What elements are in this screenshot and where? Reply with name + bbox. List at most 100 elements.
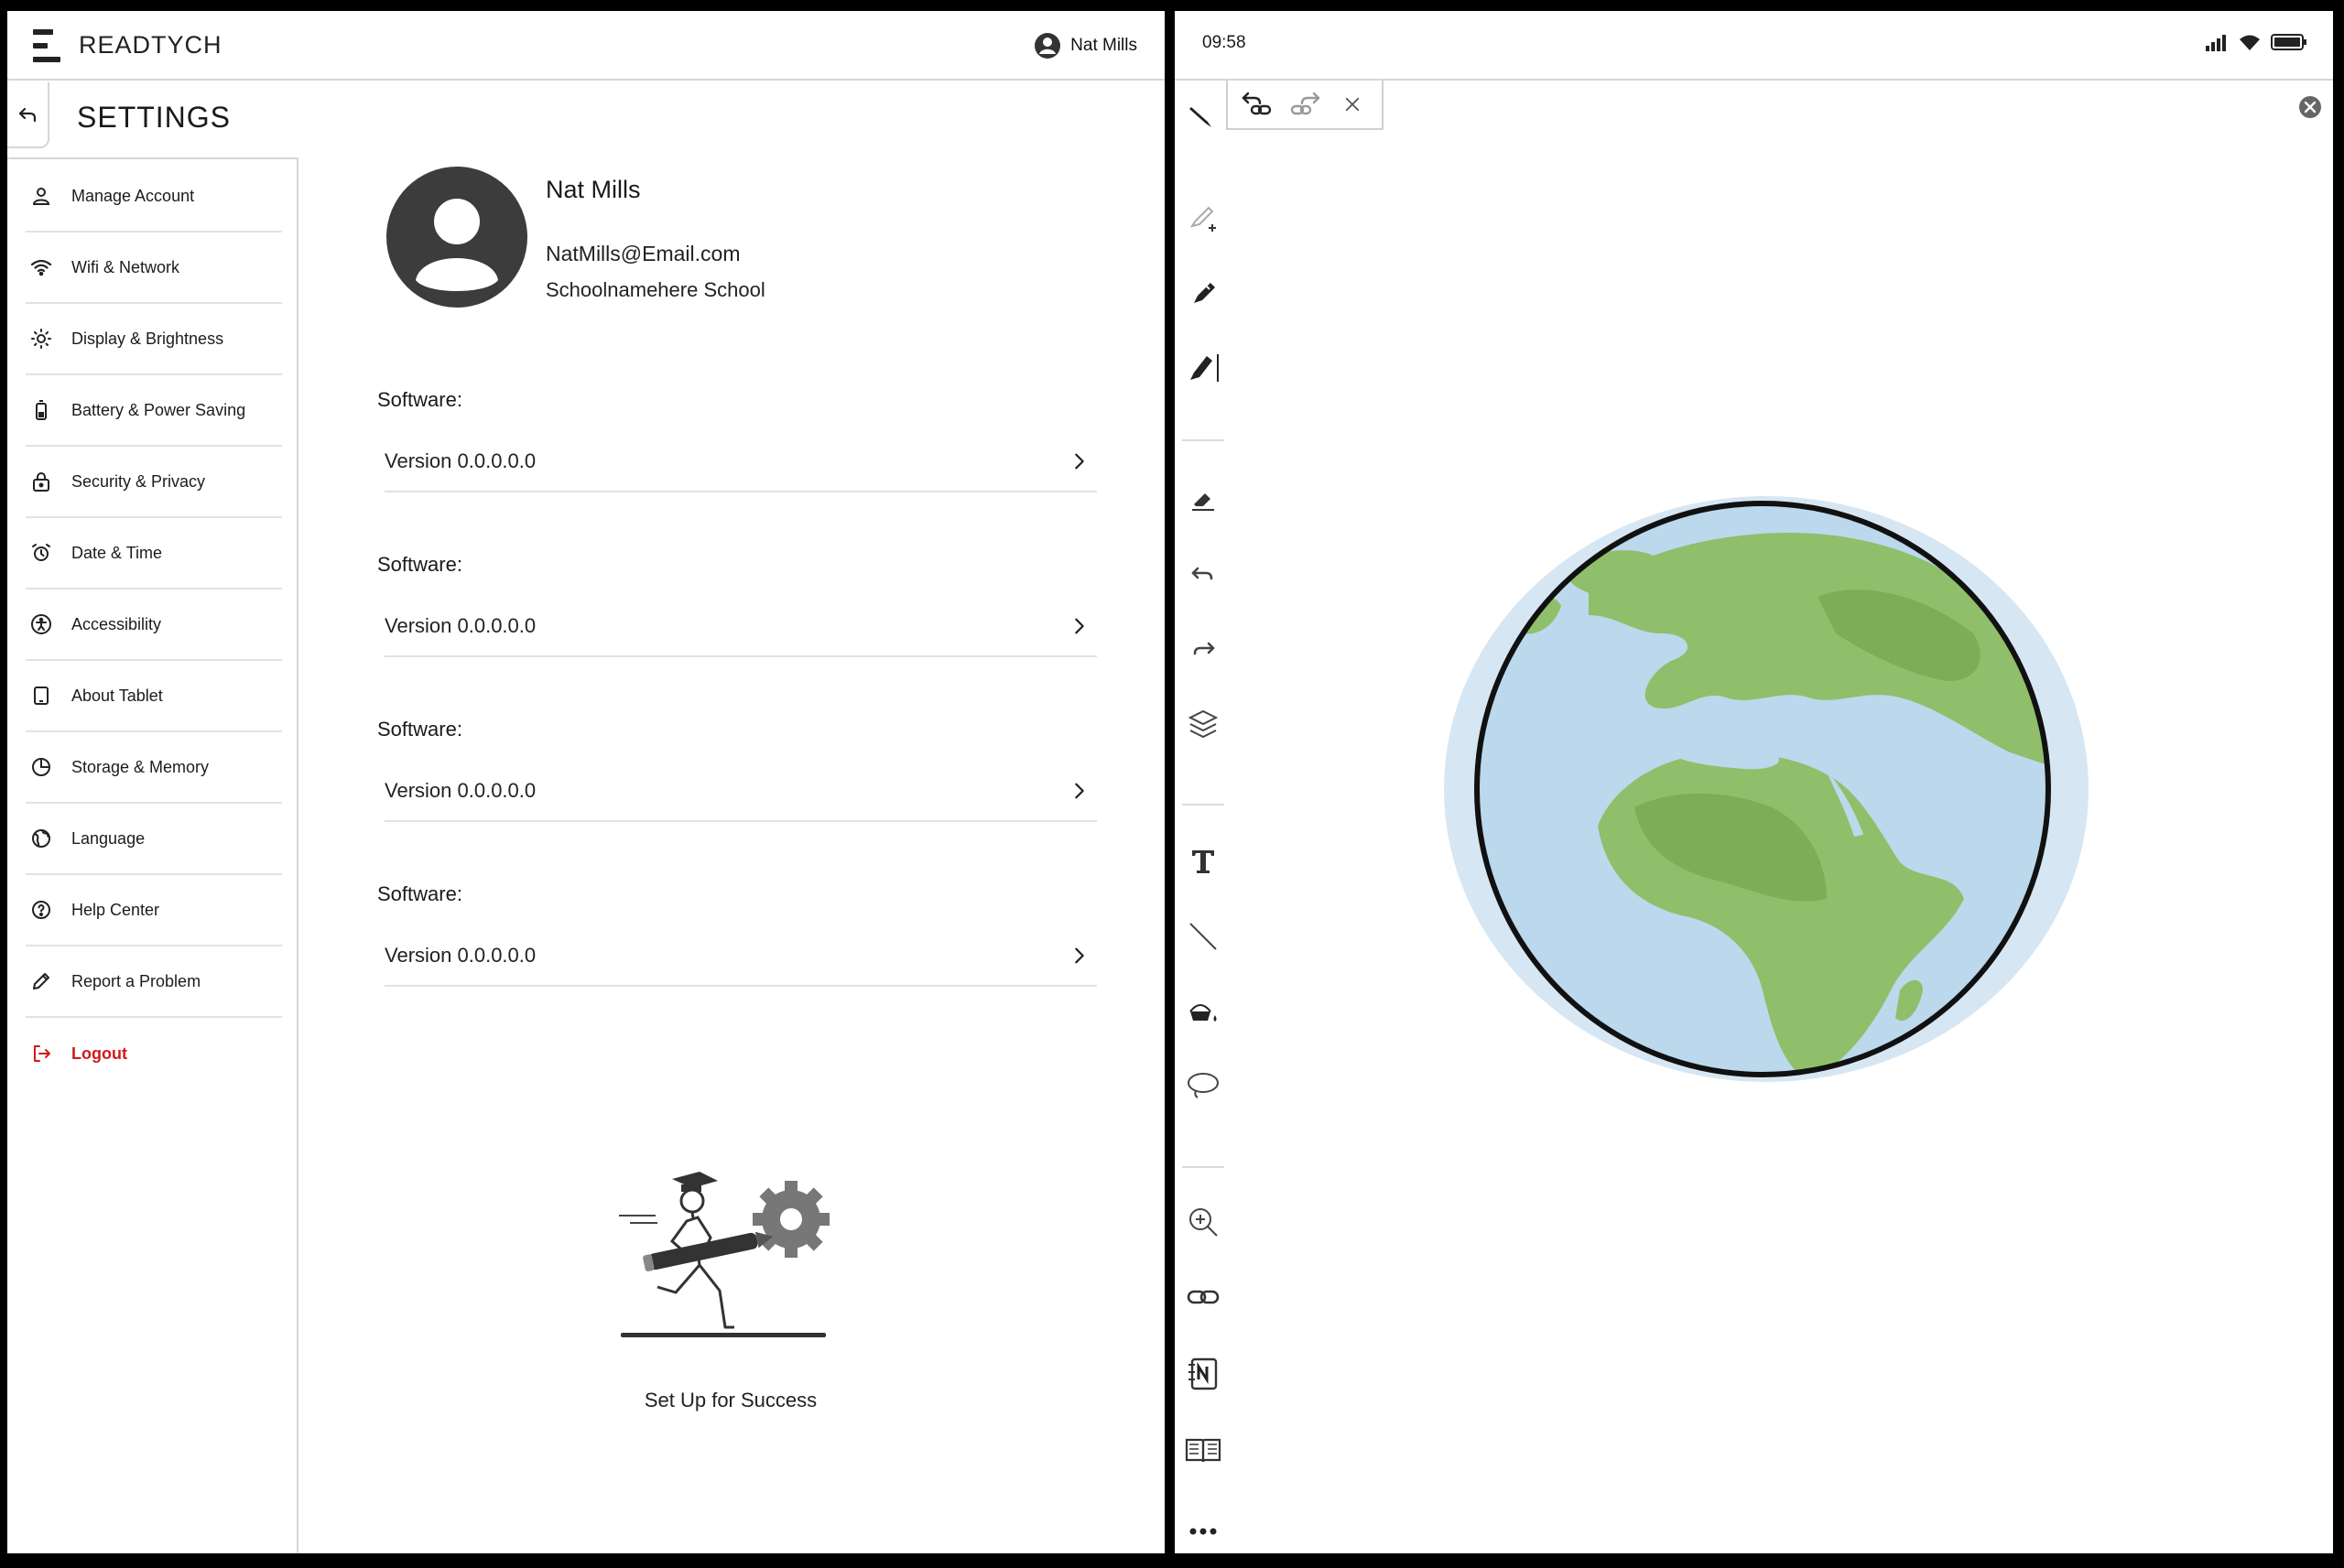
user-avatar-icon xyxy=(1035,33,1061,59)
software-label: Software: xyxy=(377,388,462,411)
eraser-tool[interactable] xyxy=(1182,478,1224,520)
undo-tool[interactable] xyxy=(1182,553,1224,595)
sidebar-item-date-time[interactable]: Date & Time xyxy=(26,518,282,589)
sidebar-item-label: Storage & Memory xyxy=(71,757,210,776)
sidebar-item-accessibility[interactable]: Accessibility xyxy=(26,589,282,661)
help-icon xyxy=(29,898,53,922)
settings-panel: READTYCH Nat Mills SETTINGS Manage Accou… xyxy=(7,11,1165,1553)
sidebar-item-about-tablet[interactable]: About Tablet xyxy=(26,661,282,732)
sidebar-item-label: Wifi & Network xyxy=(71,257,180,276)
software-label: Software: xyxy=(377,553,462,576)
layers-icon xyxy=(1188,709,1219,739)
sidebar-item-report-problem[interactable]: Report a Problem xyxy=(26,946,282,1018)
redo-link-button[interactable] xyxy=(1286,85,1324,124)
status-time: 09:58 xyxy=(1202,33,1246,52)
highlighter-icon xyxy=(1190,354,1219,382)
profile-email: NatMills@Email.com xyxy=(546,242,741,265)
sidebar-item-label: About Tablet xyxy=(71,686,163,705)
sidebar-item-logout[interactable]: Logout xyxy=(26,1018,282,1089)
marker-icon xyxy=(1194,283,1215,303)
marker-tool[interactable] xyxy=(1182,271,1224,313)
sidebar-item-label: Report a Problem xyxy=(71,971,201,990)
pen-icon xyxy=(1189,107,1211,127)
tablet-icon xyxy=(29,684,53,708)
close-toolbar-button[interactable] xyxy=(1333,85,1372,124)
drawing-panel: 09:58 xyxy=(1175,11,2333,1553)
system-indicators xyxy=(2205,31,2307,53)
sidebar-item-display-brightness[interactable]: Display & Brightness xyxy=(26,304,282,375)
lasso-tool[interactable] xyxy=(1182,1065,1224,1108)
software-label: Software: xyxy=(377,882,462,905)
back-button[interactable] xyxy=(7,82,49,148)
hero-caption: Set Up for Success xyxy=(644,1389,818,1411)
software-version-row[interactable]: Version 0.0.0.0.0 xyxy=(385,926,1097,987)
profile-school: Schoolnamehere School xyxy=(546,278,765,301)
accessibility-icon xyxy=(29,612,53,636)
sidebar-item-manage-account[interactable]: Manage Account xyxy=(26,161,282,232)
line-icon xyxy=(1189,923,1217,950)
chevron-right-icon xyxy=(1075,947,1084,964)
alarm-clock-icon xyxy=(29,541,53,565)
software-version: Version 0.0.0.0.0 xyxy=(385,779,537,802)
menu-logo-icon[interactable] xyxy=(33,29,60,62)
redo-tool[interactable] xyxy=(1182,628,1224,670)
software-label: Software: xyxy=(377,718,462,741)
software-version-row[interactable]: Version 0.0.0.0.0 xyxy=(385,762,1097,822)
brightness-icon xyxy=(29,327,53,351)
zoom-in-icon xyxy=(1189,1208,1218,1237)
sidebar-item-help-center[interactable]: Help Center xyxy=(26,875,282,946)
close-circle-icon xyxy=(2299,96,2321,118)
more-tools-button[interactable] xyxy=(1182,1510,1224,1552)
line-tool[interactable] xyxy=(1182,915,1224,957)
sidebar-item-security-privacy[interactable]: Security & Privacy xyxy=(26,447,282,518)
sidebar-item-label: Battery & Power Saving xyxy=(71,400,246,419)
profile-avatar xyxy=(386,167,527,308)
back-arrow-icon xyxy=(18,107,37,123)
undo-link-button[interactable] xyxy=(1238,85,1276,124)
software-version-row[interactable]: Version 0.0.0.0.0 xyxy=(385,597,1097,657)
tool-divider xyxy=(1182,439,1224,441)
add-pen-icon xyxy=(1189,206,1216,232)
sidebar-item-label: Date & Time xyxy=(71,543,163,562)
sidebar-item-label: Accessibility xyxy=(71,614,162,633)
lock-icon xyxy=(29,470,53,493)
pen-tool-button[interactable] xyxy=(1182,93,1219,139)
drawing-tool-rail xyxy=(1175,176,1230,1553)
user-icon xyxy=(29,184,53,208)
notebook-tool[interactable] xyxy=(1182,1353,1224,1395)
sidebar-item-wifi-network[interactable]: Wifi & Network xyxy=(26,232,282,304)
close-canvas-button[interactable] xyxy=(2296,93,2324,121)
redo-link-icon xyxy=(1290,92,1320,115)
highlighter-tool[interactable] xyxy=(1182,346,1224,388)
settings-sidebar: Manage Account Wifi & Network Display & … xyxy=(7,157,298,1553)
sidebar-item-label: Language xyxy=(71,828,146,848)
book-tool[interactable] xyxy=(1182,1430,1224,1472)
undo-link-icon xyxy=(1242,92,1272,115)
fill-tool[interactable] xyxy=(1182,990,1224,1033)
software-version-row[interactable]: Version 0.0.0.0.0 xyxy=(385,432,1097,492)
link-icon xyxy=(1187,1290,1220,1304)
user-name: Nat Mills xyxy=(1070,36,1137,55)
sidebar-item-label: Logout xyxy=(71,1044,127,1063)
zoom-tool[interactable] xyxy=(1182,1201,1224,1243)
battery-status-icon xyxy=(2271,34,2306,50)
tool-divider xyxy=(1182,804,1224,806)
text-icon xyxy=(1192,850,1214,873)
sidebar-item-language[interactable]: Language xyxy=(26,804,282,875)
globe-icon xyxy=(29,827,53,850)
user-menu[interactable]: Nat Mills xyxy=(1034,31,1137,60)
open-book-icon xyxy=(1185,1438,1221,1463)
status-bar: 09:58 xyxy=(1175,11,2333,81)
text-tool[interactable] xyxy=(1182,840,1224,882)
link-tool[interactable] xyxy=(1182,1276,1224,1318)
user-avatar-icon xyxy=(416,199,498,291)
sidebar-item-storage-memory[interactable]: Storage & Memory xyxy=(26,732,282,804)
sidebar-item-label: Security & Privacy xyxy=(71,471,206,491)
add-pen-tool[interactable] xyxy=(1182,196,1224,238)
eraser-icon xyxy=(1192,493,1214,511)
top-bar: READTYCH Nat Mills xyxy=(7,11,1165,81)
layers-tool[interactable] xyxy=(1182,703,1224,745)
pencil-icon xyxy=(29,969,53,993)
close-icon xyxy=(1345,97,1360,112)
sidebar-item-battery-power[interactable]: Battery & Power Saving xyxy=(26,375,282,447)
